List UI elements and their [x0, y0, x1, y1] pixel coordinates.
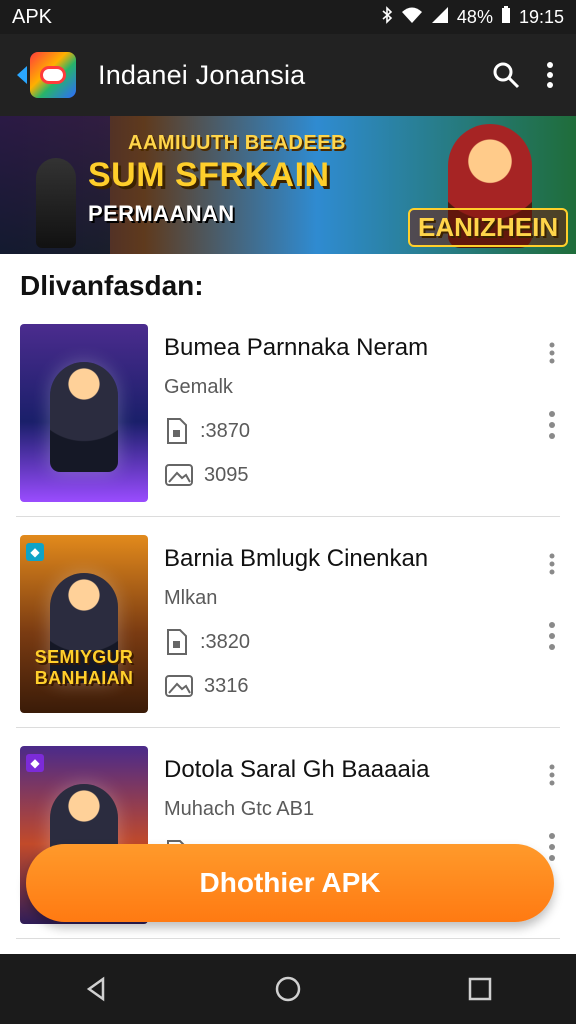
- app-name: Dotola Saral Gh Baaaaia: [164, 756, 430, 783]
- image-icon: [165, 464, 193, 486]
- file-icon: [167, 418, 187, 444]
- promo-banner[interactable]: AAMIUUTH BEADEEB SUM SFRKAIN PERMAANAN E…: [0, 116, 576, 254]
- item-secondary-menu-button[interactable]: [548, 410, 556, 445]
- play-badge-icon: ◆: [26, 543, 44, 561]
- app-subtitle: Muhach Gtc AB1: [164, 798, 315, 820]
- wifi-icon: [401, 6, 423, 29]
- item-secondary-menu-button[interactable]: [548, 621, 556, 656]
- more-vert-icon: [549, 622, 555, 650]
- more-vert-icon: [549, 411, 555, 439]
- app-info: Barnia Bmlugk Cinenkan Mlkan :3820 3316: [164, 545, 550, 698]
- more-vert-icon: [549, 342, 555, 364]
- nav-home-button[interactable]: [258, 959, 318, 1019]
- more-vert-icon: [549, 764, 555, 786]
- status-app-label: APK: [12, 5, 53, 28]
- thumbnail-caption: SEMIYGUR BANHAIAN: [34, 647, 134, 688]
- banner-headline-small: AAMIUUTH BEADEEB: [128, 132, 346, 154]
- item-menu-button[interactable]: [548, 342, 556, 369]
- signal-icon: [431, 6, 449, 29]
- app-bar: Indanei Jonansia: [0, 34, 576, 116]
- nav-recents-button[interactable]: [450, 959, 510, 1019]
- app-subtitle: Gemalk: [164, 376, 233, 398]
- play-badge-icon: ◆: [26, 754, 44, 772]
- app-name: Barnia Bmlugk Cinenkan: [164, 545, 429, 572]
- app-logo-icon: [30, 52, 76, 98]
- app-count: 3316: [204, 674, 249, 697]
- nav-back-button[interactable]: [66, 959, 126, 1019]
- bluetooth-icon: [381, 5, 393, 29]
- battery-icon: [501, 5, 511, 29]
- item-secondary-menu-button[interactable]: [548, 832, 556, 867]
- app-size-row: :3820: [164, 628, 550, 656]
- app-size-row: :3870: [164, 417, 550, 445]
- search-button[interactable]: [492, 61, 520, 89]
- search-icon: [493, 62, 520, 89]
- battery-percent: 48%: [456, 6, 493, 27]
- section-title: Dlivanfasdan:: [20, 270, 204, 301]
- home-circle-icon: [275, 976, 301, 1002]
- app-title: Indanei Jonansia: [98, 59, 306, 90]
- banner-character-left: [36, 158, 76, 248]
- banner-badge: EANIZHEIN: [408, 208, 569, 247]
- more-vert-icon: [549, 553, 555, 575]
- system-nav-bar: [0, 954, 576, 1024]
- status-time: 19:15: [518, 6, 564, 27]
- more-vert-icon: [547, 62, 553, 88]
- app-thumbnail[interactable]: [20, 324, 148, 502]
- more-vert-icon: [549, 833, 555, 861]
- app-thumbnail[interactable]: ◆ SEMIYGUR BANHAIAN: [20, 535, 148, 713]
- image-icon: [165, 675, 193, 697]
- list-item[interactable]: ◆ SEMIYGUR BANHAIAN Barnia Bmlugk Cinenk…: [16, 517, 560, 728]
- more-options-button[interactable]: [546, 61, 554, 89]
- banner-subheadline: PERMAANAN: [88, 201, 235, 226]
- download-apk-button[interactable]: Dhothier APK: [26, 844, 554, 922]
- list-item[interactable]: Bumea Parnnaka Neram Gemalk :3870 3095: [16, 306, 560, 517]
- app-info: Bumea Parnnaka Neram Gemalk :3870 3095: [164, 334, 550, 487]
- app-size: :3820: [200, 630, 251, 653]
- banner-headline: SUM SFRKAIN: [88, 156, 330, 194]
- status-icons: 48% 19:15: [381, 5, 564, 29]
- back-triangle-icon: [86, 976, 105, 1002]
- app-subtitle: Mlkan: [164, 587, 218, 609]
- app-count-row: 3316: [164, 674, 550, 698]
- app-size: :3870: [200, 419, 251, 442]
- app-count-row: 3095: [164, 463, 550, 487]
- back-icon: [17, 66, 27, 84]
- status-bar: APK 48% 19:15: [0, 0, 576, 34]
- item-menu-button[interactable]: [548, 764, 556, 791]
- file-icon: [167, 629, 187, 655]
- app-bar-actions: [492, 61, 554, 89]
- app-count: 3095: [204, 463, 249, 486]
- item-menu-button[interactable]: [548, 553, 556, 580]
- thumbnail-character: [50, 362, 118, 472]
- app-name: Bumea Parnnaka Neram: [164, 334, 429, 361]
- recents-square-icon: [468, 977, 492, 1001]
